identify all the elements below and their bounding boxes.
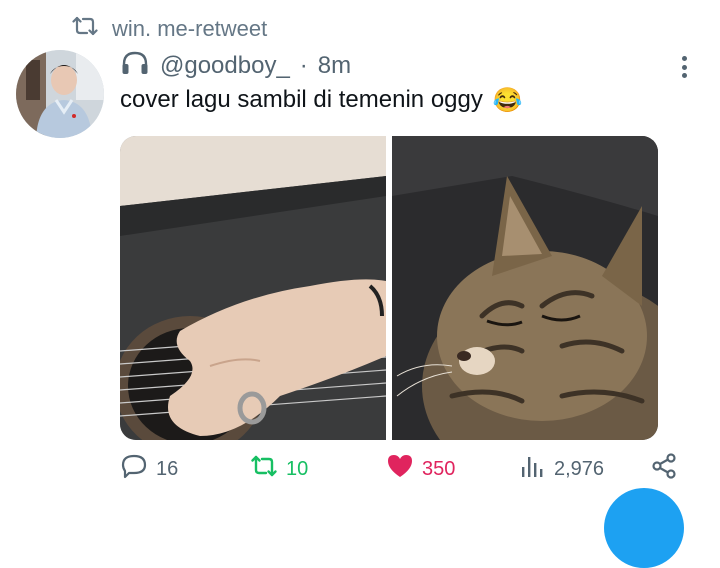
compose-fab[interactable] [604,488,684,568]
like-button[interactable]: 350 [386,454,455,484]
tweet-actions: 16 10 350 2,976 [120,453,680,485]
like-count: 350 [422,457,456,480]
user-handle[interactable]: @goodboy_ [160,52,290,80]
share-button[interactable] [650,453,678,485]
retweet-icon [250,453,278,485]
views-chart-icon [518,453,546,485]
views-count: 2,976 [554,457,605,480]
share-icon [650,453,678,485]
retweet-button[interactable]: 10 [250,454,308,484]
tweet-body: cover lagu sambil di temenin oggy [120,86,483,113]
more-options-icon[interactable] [672,52,696,82]
headphones-icon [120,49,150,84]
reply-button[interactable]: 16 [120,454,178,484]
avatar[interactable] [16,50,104,138]
retweet-banner[interactable]: win. me-retweet [72,14,267,44]
retweet-count: 10 [286,457,309,480]
retweet-icon [72,15,98,43]
views-button[interactable]: 2,976 [518,454,604,484]
reply-icon [120,453,148,485]
retweet-banner-text: win. me-retweet [112,16,268,41]
separator-dot: · [299,52,308,79]
media-image-kitten[interactable] [392,136,658,440]
media-image-guitar[interactable] [120,136,386,440]
reply-count: 16 [156,457,179,480]
heart-icon [386,453,414,485]
tweet-media [120,136,658,440]
tweet-header: @goodboy_ · 8m [120,50,351,82]
tweet-text: cover lagu sambil di temenin oggy 😂 [120,84,523,116]
laughing-emoji: 😂 [492,86,523,114]
tweet-time[interactable]: 8m [318,52,351,80]
